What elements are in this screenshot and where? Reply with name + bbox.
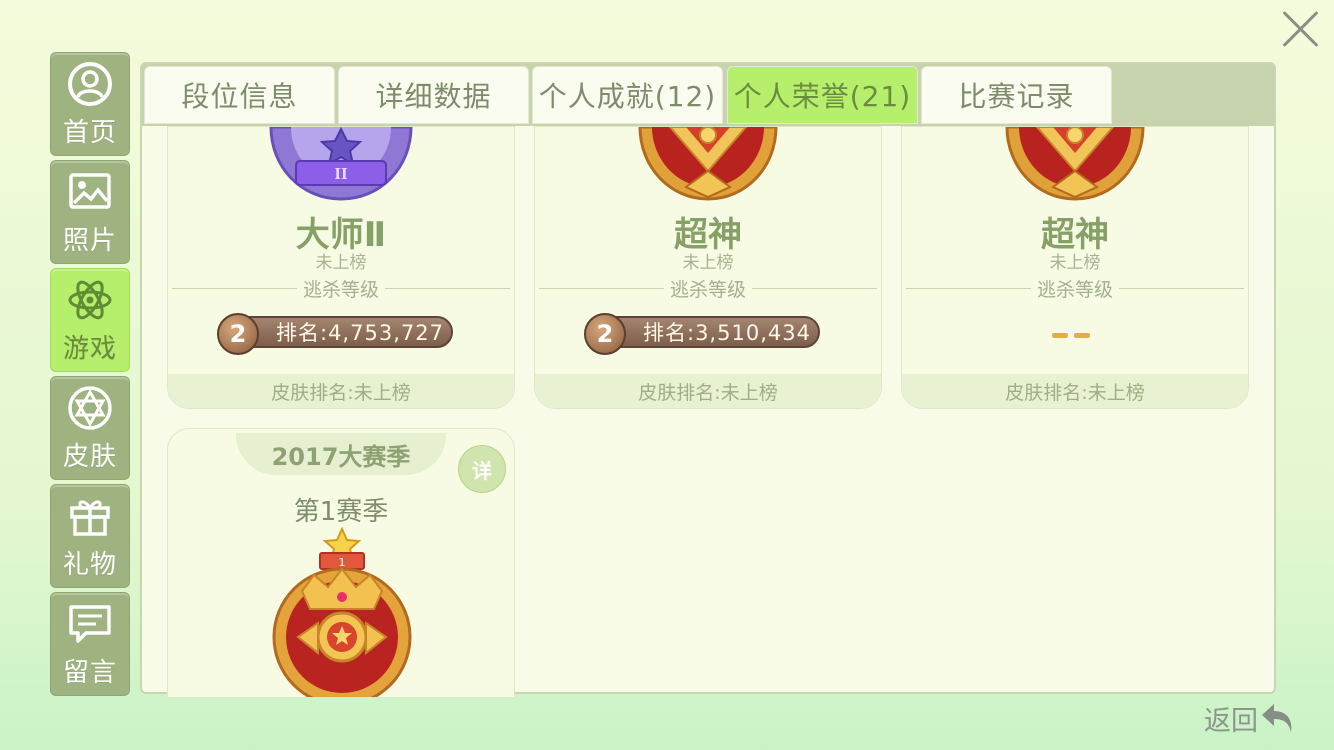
sidebar-item-gifts[interactable]: 礼物 xyxy=(50,484,130,588)
close-icon[interactable] xyxy=(1280,8,1322,50)
back-button[interactable]: 返回 xyxy=(1204,698,1298,738)
picture-icon xyxy=(69,172,111,209)
sidebar-item-label: 皮肤 xyxy=(62,441,117,472)
sidebar-item-skins[interactable]: 皮肤 xyxy=(50,376,130,480)
section-label: 逃杀等级 xyxy=(670,278,747,301)
sidebar-item-photos[interactable]: 照片 xyxy=(50,160,130,264)
medal-number: 1 xyxy=(339,556,346,569)
crown-medal-icon: 1 xyxy=(272,527,412,697)
tab-rank-info[interactable]: 段位信息 xyxy=(144,66,335,124)
tab-honors[interactable]: 个人荣誉(21) xyxy=(727,66,918,124)
skin-rank: 皮肤排名:未上榜 xyxy=(535,374,881,408)
honor-card[interactable]: II 大师Ⅱ 未上榜 逃杀等级 排名:4,753,727 2 皮肤排名:未上榜 xyxy=(167,126,515,409)
sidebar-item-label: 游戏 xyxy=(62,333,117,364)
back-label: 返回 xyxy=(1204,705,1258,737)
card-status: 未上榜 xyxy=(315,253,367,273)
atom-icon xyxy=(68,280,112,319)
honor-card[interactable]: 超神 未上榜 逃杀等级 排名:3,510,434 2 皮肤排名:未上榜 xyxy=(534,126,882,409)
honor-card[interactable]: 超神 未上榜 逃杀等级 皮肤排名:未上榜 xyxy=(901,126,1249,409)
tab-match-records[interactable]: 比赛记录 xyxy=(921,66,1112,124)
sidebar-item-label: 照片 xyxy=(62,225,117,256)
sidebar-item-messages[interactable]: 留言 xyxy=(50,592,130,696)
section-divider: 逃杀等级 xyxy=(906,278,1245,301)
section-divider: 逃杀等级 xyxy=(172,278,511,301)
hexagram-icon xyxy=(68,385,112,430)
sidebar-item-label: 留言 xyxy=(62,657,117,688)
message-icon xyxy=(69,604,111,643)
no-rank-placeholder xyxy=(1052,333,1090,338)
skin-rank: 皮肤排名:未上榜 xyxy=(168,374,514,408)
skin-rank: 皮肤排名:未上榜 xyxy=(902,374,1248,408)
section-divider: 逃杀等级 xyxy=(539,278,878,301)
back-arrow-icon xyxy=(1262,704,1292,732)
user-circle-icon xyxy=(68,61,112,106)
tab-achievements[interactable]: 个人成就(12) xyxy=(532,66,723,124)
svg-text:II: II xyxy=(334,164,348,183)
rank-badge-icon: 2 xyxy=(584,313,626,355)
detail-button[interactable]: 详 xyxy=(458,445,506,493)
tab-bar: 段位信息 详细数据 个人成就(12) 个人荣誉(21) 比赛记录 xyxy=(142,64,1274,126)
season-card[interactable]: 2017大赛季 详 第1赛季 1 xyxy=(167,428,515,698)
sidebar-item-games[interactable]: 游戏 xyxy=(50,268,130,372)
tab-detail-data[interactable]: 详细数据 xyxy=(338,66,529,124)
sidebar-item-home[interactable]: 首页 xyxy=(50,52,130,156)
sidebar-item-label: 首页 xyxy=(62,117,117,148)
rank-text: 排名:3,510,434 xyxy=(643,321,811,345)
gift-icon xyxy=(70,500,110,536)
god-medal-icon xyxy=(1005,127,1145,201)
rank-badge-icon: 2 xyxy=(217,313,259,355)
season-name: 第1赛季 xyxy=(293,497,389,527)
section-label: 逃杀等级 xyxy=(303,278,380,301)
god-medal-icon xyxy=(638,127,778,201)
season-ribbon: 2017大赛季 xyxy=(236,433,446,475)
sidebar-item-label: 礼物 xyxy=(62,549,117,580)
card-status: 未上榜 xyxy=(1049,253,1101,273)
section-label: 逃杀等级 xyxy=(1037,278,1114,301)
master-medal-icon: II xyxy=(269,127,413,201)
rank-text: 排名:4,753,727 xyxy=(276,321,444,345)
card-status: 未上榜 xyxy=(682,253,734,273)
